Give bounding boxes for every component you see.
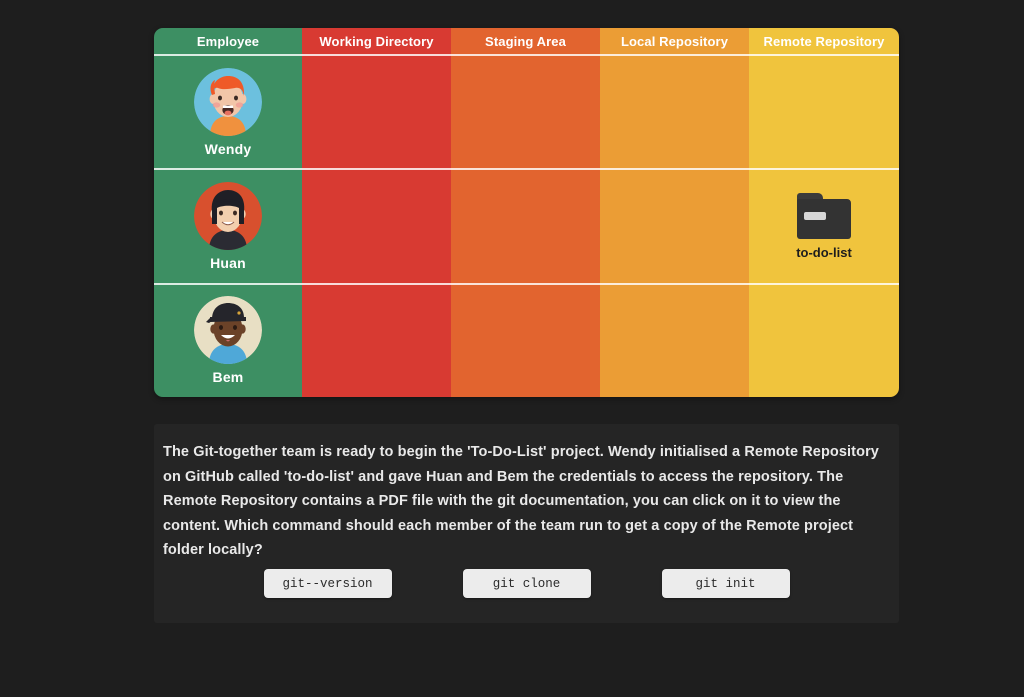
- column-header-employee: Employee: [154, 28, 302, 56]
- cell-wendy-working-directory[interactable]: [302, 56, 451, 171]
- employee-bem: Bem: [194, 296, 262, 385]
- cell-huan-remote-repository[interactable]: to-do-list: [749, 170, 899, 285]
- column-local-repository: Local Repository: [600, 28, 749, 397]
- table-row: Bem: [154, 285, 302, 397]
- avatar-huan-icon: [194, 181, 262, 250]
- column-header-local-repository: Local Repository: [600, 28, 749, 56]
- column-header-staging-area: Staging Area: [451, 28, 600, 56]
- column-working-directory: Working Directory: [302, 28, 451, 397]
- employee-wendy: Wendy: [194, 67, 262, 157]
- answer-options: git--version git clone git init: [154, 569, 899, 598]
- column-header-remote-repository: Remote Repository: [749, 28, 899, 56]
- cell-bem-working-directory[interactable]: [302, 285, 451, 397]
- folder-label-strip: [804, 211, 826, 220]
- employee-name: Bem: [212, 369, 244, 386]
- answer-button-git-version[interactable]: git--version: [263, 569, 392, 598]
- cell-wendy-local-repository[interactable]: [600, 56, 749, 171]
- cell-wendy-staging-area[interactable]: [451, 56, 600, 171]
- folder-body: [797, 198, 851, 239]
- folder-name: to-do-list: [796, 244, 852, 260]
- table-row: Wendy: [154, 56, 302, 171]
- cell-bem-local-repository[interactable]: [600, 285, 749, 397]
- folder-icon[interactable]: [797, 192, 851, 239]
- answer-button-git-init[interactable]: git init: [661, 569, 790, 598]
- question-panel: The Git-together team is ready to begin …: [154, 424, 899, 623]
- remote-folder-to-do-list[interactable]: to-do-list: [796, 192, 852, 260]
- column-header-working-directory: Working Directory: [302, 28, 451, 56]
- cell-bem-staging-area[interactable]: [451, 285, 600, 397]
- question-text: The Git-together team is ready to begin …: [163, 444, 879, 559]
- avatar-bem-icon: [194, 296, 262, 365]
- employee-name: Huan: [210, 254, 246, 271]
- answer-button-git-clone[interactable]: git clone: [462, 569, 591, 598]
- column-employee: Employee Wendy Huan Bem: [154, 28, 302, 397]
- git-exercise-screen: Employee Wendy Huan Bem Working Director…: [0, 0, 1024, 697]
- employee-name: Wendy: [204, 140, 252, 157]
- git-stages-table: Employee Wendy Huan Bem Working Director…: [154, 28, 899, 397]
- cell-huan-staging-area[interactable]: [451, 170, 600, 285]
- employee-huan: Huan: [194, 181, 262, 271]
- cell-wendy-remote-repository[interactable]: [749, 56, 899, 171]
- table-row: Huan: [154, 170, 302, 285]
- cell-bem-remote-repository[interactable]: [749, 285, 899, 397]
- avatar-wendy-icon: [194, 67, 262, 136]
- cell-huan-local-repository[interactable]: [600, 170, 749, 285]
- cell-huan-working-directory[interactable]: [302, 170, 451, 285]
- column-staging-area: Staging Area: [451, 28, 600, 397]
- column-remote-repository: Remote Repository to-do-list: [749, 28, 899, 397]
